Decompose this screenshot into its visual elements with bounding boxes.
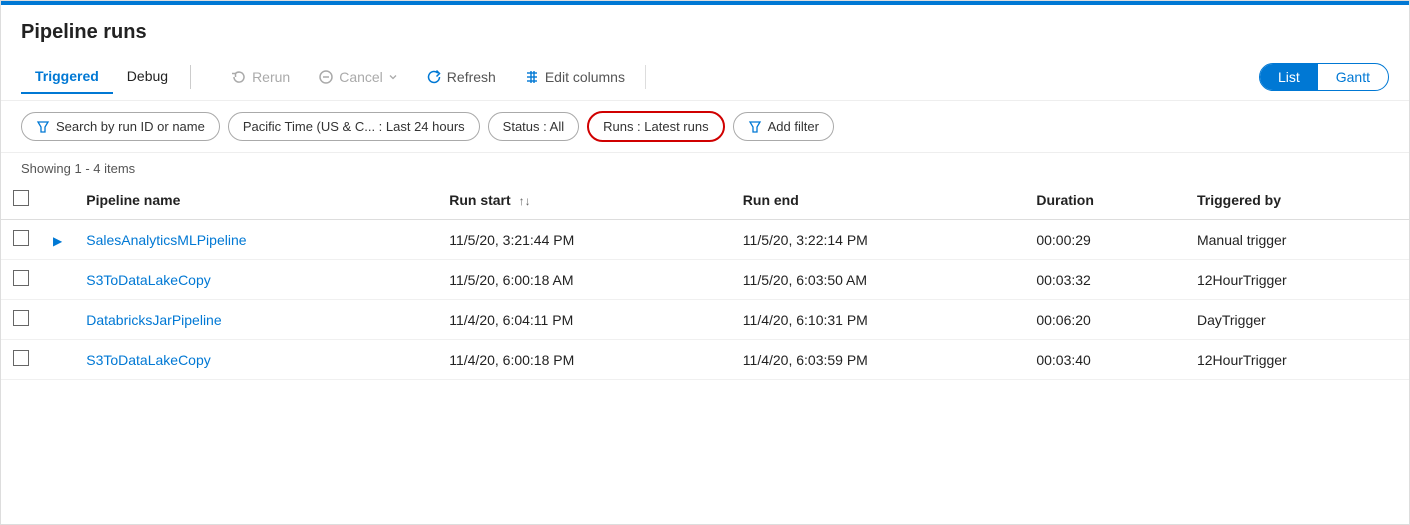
table-row: DatabricksJarPipeline 11/4/20, 6:04:11 P… — [1, 300, 1409, 340]
row-run-end: 11/5/20, 6:03:50 AM — [731, 260, 1025, 300]
row-checkbox-cell — [1, 220, 41, 260]
row-checkbox-cell — [1, 340, 41, 380]
edit-columns-button[interactable]: Edit columns — [512, 63, 637, 91]
row-expand-cell: ▶ — [41, 220, 74, 260]
th-run-start[interactable]: Run start ↑↓ — [437, 180, 731, 220]
runs-filter-label: Runs : Latest runs — [603, 119, 709, 134]
th-run-end: Run end — [731, 180, 1025, 220]
row-expand-cell — [41, 340, 74, 380]
table-row: S3ToDataLakeCopy 11/5/20, 6:00:18 AM 11/… — [1, 260, 1409, 300]
row-checkbox-cell — [1, 300, 41, 340]
status-filter-label: Status : All — [503, 119, 564, 134]
th-expand — [41, 180, 74, 220]
row-pipeline-name: DatabricksJarPipeline — [74, 300, 437, 340]
row-duration: 00:03:32 — [1024, 260, 1185, 300]
row-run-end: 11/5/20, 3:22:14 PM — [731, 220, 1025, 260]
table-row: ▶ SalesAnalyticsMLPipeline 11/5/20, 3:21… — [1, 220, 1409, 260]
view-list-button[interactable]: List — [1260, 64, 1318, 90]
row-expand-cell — [41, 300, 74, 340]
th-pipeline-name: Pipeline name — [74, 180, 437, 220]
row-pipeline-name: S3ToDataLakeCopy — [74, 260, 437, 300]
row-run-end: 11/4/20, 6:03:59 PM — [731, 340, 1025, 380]
tab-debug[interactable]: Debug — [113, 60, 182, 94]
tab-divider — [190, 65, 191, 89]
cancel-button[interactable]: Cancel — [306, 63, 410, 91]
time-filter[interactable]: Pacific Time (US & C... : Last 24 hours — [228, 112, 480, 141]
row-run-end: 11/4/20, 6:10:31 PM — [731, 300, 1025, 340]
search-placeholder: Search by run ID or name — [56, 119, 205, 134]
row-expand-cell — [41, 260, 74, 300]
time-filter-label: Pacific Time (US & C... : Last 24 hours — [243, 119, 465, 134]
cancel-icon — [318, 69, 334, 85]
select-all-checkbox[interactable] — [13, 190, 29, 206]
table-row: S3ToDataLakeCopy 11/4/20, 6:00:18 PM 11/… — [1, 340, 1409, 380]
row-run-start: 11/5/20, 3:21:44 PM — [437, 220, 731, 260]
view-toggle: List Gantt — [1259, 63, 1389, 91]
add-filter-label: Add filter — [768, 119, 819, 134]
row-triggered-by: DayTrigger — [1185, 300, 1409, 340]
pipeline-link[interactable]: S3ToDataLakeCopy — [86, 352, 211, 368]
row-duration: 00:06:20 — [1024, 300, 1185, 340]
filter-bar: Search by run ID or name Pacific Time (U… — [1, 101, 1409, 153]
toolbar-actions: Rerun Cancel Refresh — [219, 63, 1389, 91]
row-checkbox[interactable] — [13, 310, 29, 326]
row-triggered-by: Manual trigger — [1185, 220, 1409, 260]
row-checkbox-cell — [1, 260, 41, 300]
filter-search-icon — [36, 120, 50, 134]
row-duration: 00:03:40 — [1024, 340, 1185, 380]
tab-group: Triggered Debug — [21, 60, 199, 94]
sort-icon: ↑↓ — [519, 194, 531, 208]
row-triggered-by: 12HourTrigger — [1185, 340, 1409, 380]
page-title: Pipeline runs — [1, 5, 1409, 54]
pipeline-link[interactable]: S3ToDataLakeCopy — [86, 272, 211, 288]
runs-filter[interactable]: Runs : Latest runs — [587, 111, 725, 142]
row-run-start: 11/5/20, 6:00:18 AM — [437, 260, 731, 300]
row-duration: 00:00:29 — [1024, 220, 1185, 260]
rerun-label: Rerun — [252, 69, 290, 85]
row-checkbox[interactable] — [13, 230, 29, 246]
toolbar-sep — [645, 65, 646, 89]
row-pipeline-name: SalesAnalyticsMLPipeline — [74, 220, 437, 260]
rerun-icon — [231, 69, 247, 85]
th-triggered-by: Triggered by — [1185, 180, 1409, 220]
view-gantt-button[interactable]: Gantt — [1318, 64, 1388, 90]
pipeline-link[interactable]: SalesAnalyticsMLPipeline — [86, 232, 246, 248]
edit-columns-label: Edit columns — [545, 69, 625, 85]
add-filter-button[interactable]: Add filter — [733, 112, 834, 141]
columns-icon — [524, 69, 540, 85]
pipeline-link[interactable]: DatabricksJarPipeline — [86, 312, 221, 328]
refresh-icon — [426, 69, 442, 85]
expand-arrow[interactable]: ▶ — [53, 234, 62, 248]
items-count: Showing 1 - 4 items — [1, 153, 1409, 180]
page-container: Pipeline runs Triggered Debug Rerun — [0, 0, 1410, 525]
rerun-button[interactable]: Rerun — [219, 63, 302, 91]
row-checkbox[interactable] — [13, 270, 29, 286]
add-filter-icon — [748, 120, 762, 134]
row-checkbox[interactable] — [13, 350, 29, 366]
row-pipeline-name: S3ToDataLakeCopy — [74, 340, 437, 380]
toolbar: Triggered Debug Rerun Cancel — [1, 54, 1409, 101]
th-duration: Duration — [1024, 180, 1185, 220]
row-triggered-by: 12HourTrigger — [1185, 260, 1409, 300]
th-checkbox — [1, 180, 41, 220]
cancel-label: Cancel — [339, 69, 383, 85]
refresh-button[interactable]: Refresh — [414, 63, 508, 91]
refresh-label: Refresh — [447, 69, 496, 85]
tab-triggered[interactable]: Triggered — [21, 60, 113, 94]
row-run-start: 11/4/20, 6:00:18 PM — [437, 340, 731, 380]
status-filter[interactable]: Status : All — [488, 112, 579, 141]
cancel-dropdown-icon — [388, 72, 398, 82]
search-filter[interactable]: Search by run ID or name — [21, 112, 220, 141]
pipeline-runs-table: Pipeline name Run start ↑↓ Run end Durat… — [1, 180, 1409, 380]
row-run-start: 11/4/20, 6:04:11 PM — [437, 300, 731, 340]
